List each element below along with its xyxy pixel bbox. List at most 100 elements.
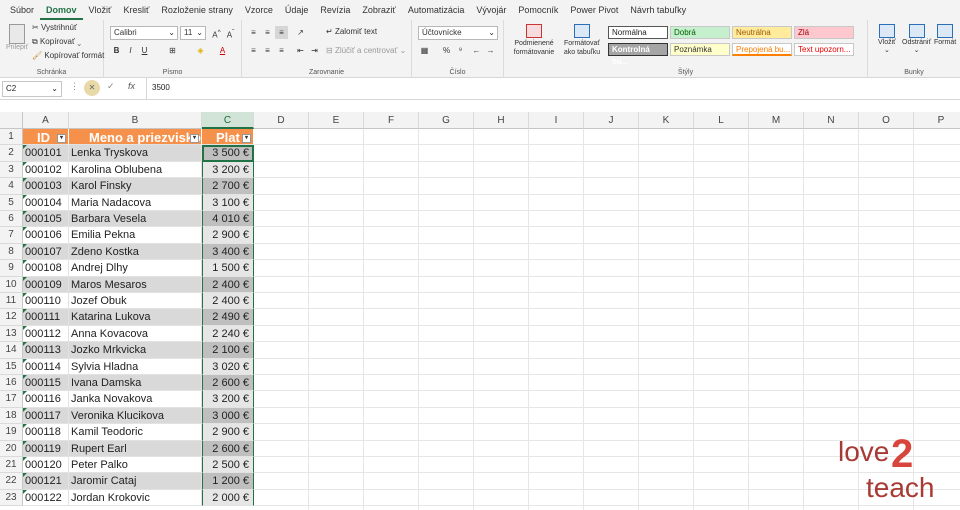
row-header-21[interactable]: 21 bbox=[0, 457, 23, 474]
underline-button[interactable]: U bbox=[138, 44, 151, 57]
column-header-O[interactable]: O bbox=[859, 112, 914, 129]
row-header-12[interactable]: 12 bbox=[0, 309, 23, 326]
table-cell[interactable]: 3 100 € bbox=[202, 194, 254, 211]
row-header-20[interactable]: 20 bbox=[0, 440, 23, 457]
row-header-4[interactable]: 4 bbox=[0, 178, 23, 195]
worksheet-grid[interactable]: A B C D E F G H I J K L M N O P 1 ID ▾ Meno a priezvisko ▾ Pl… bbox=[0, 112, 960, 510]
table-cell[interactable]: 1 200 € bbox=[202, 473, 254, 490]
column-header-C[interactable]: C bbox=[202, 112, 254, 129]
table-cell[interactable]: 2 500 € bbox=[202, 457, 254, 474]
font-size-select[interactable]: 11 ⌄ bbox=[180, 26, 206, 40]
row-header-11[interactable]: 11 bbox=[0, 293, 23, 310]
filter-dropdown-icon[interactable]: ▾ bbox=[57, 134, 66, 144]
table-cell[interactable]: Jaromir Cataj bbox=[69, 473, 202, 490]
row-header-5[interactable]: 5 bbox=[0, 194, 23, 211]
orientation-icon[interactable]: ↗ bbox=[294, 26, 307, 39]
style-good[interactable]: Dobrá bbox=[670, 26, 730, 39]
row-header-2[interactable]: 2 bbox=[0, 145, 23, 162]
menu-tab-4[interactable]: Rozloženie strany bbox=[155, 0, 239, 20]
conditional-formatting-button[interactable]: Podmienené formátovanie bbox=[510, 24, 558, 57]
row-header-14[interactable]: 14 bbox=[0, 342, 23, 359]
table-cell[interactable]: 000104 bbox=[23, 194, 69, 211]
row-header-13[interactable]: 13 bbox=[0, 325, 23, 343]
column-header-N[interactable]: N bbox=[804, 112, 859, 129]
menu-tab-3[interactable]: Kresliť bbox=[117, 0, 155, 20]
row-header-3[interactable]: 3 bbox=[0, 161, 23, 179]
style-linked-cell[interactable]: Prepojená bu... bbox=[732, 43, 792, 56]
table-cell[interactable]: 000107 bbox=[23, 243, 69, 261]
enter-icon[interactable]: ✓ bbox=[107, 81, 115, 92]
table-cell[interactable]: 000103 bbox=[23, 178, 69, 195]
style-check-cell[interactable]: Kontrolná bu... bbox=[608, 43, 668, 66]
table-cell[interactable]: 000106 bbox=[23, 227, 69, 244]
table-cell[interactable]: 000115 bbox=[23, 375, 69, 392]
table-cell[interactable]: Jozef Obuk bbox=[69, 293, 202, 310]
align-top-icon[interactable]: ≡ bbox=[247, 26, 260, 39]
currency-icon[interactable]: ▦ bbox=[418, 44, 431, 57]
table-cell[interactable]: Karol Finsky bbox=[69, 178, 202, 195]
comma-icon[interactable]: ⁹ bbox=[454, 44, 467, 57]
format-painter-button[interactable]: 🖌 Kopírovať formát bbox=[32, 51, 104, 60]
table-cell[interactable]: 2 600 € bbox=[202, 440, 254, 457]
table-header-cell[interactable]: Plat ▾ bbox=[202, 129, 254, 146]
column-header-B[interactable]: B bbox=[69, 112, 202, 129]
table-cell[interactable]: 4 010 € bbox=[202, 211, 254, 228]
table-cell[interactable]: Barbara Vesela bbox=[69, 211, 202, 228]
style-bad[interactable]: Zlá bbox=[794, 26, 854, 39]
table-cell[interactable]: 1 500 € bbox=[202, 260, 254, 277]
fill-color-icon[interactable]: ◈ bbox=[194, 44, 207, 57]
table-cell[interactable]: 000119 bbox=[23, 440, 69, 457]
table-cell[interactable]: 2 900 € bbox=[202, 227, 254, 244]
table-cell[interactable]: Katarina Lukova bbox=[69, 309, 202, 326]
table-cell[interactable]: 000114 bbox=[23, 358, 69, 375]
row-header-23[interactable]: 23 bbox=[0, 489, 23, 507]
row-header-18[interactable]: 18 bbox=[0, 407, 23, 425]
column-header-M[interactable]: M bbox=[749, 112, 804, 129]
table-cell[interactable]: 000105 bbox=[23, 211, 69, 228]
table-cell[interactable]: 3 200 € bbox=[202, 161, 254, 179]
table-cell[interactable]: 000116 bbox=[23, 391, 69, 408]
table-cell[interactable]: 000118 bbox=[23, 424, 69, 441]
row-header-7[interactable]: 7 bbox=[0, 227, 23, 244]
wrap-text-button[interactable]: ↵ Zalomiť text bbox=[326, 27, 377, 36]
table-cell[interactable]: 2 000 € bbox=[202, 489, 254, 507]
italic-button[interactable]: I bbox=[124, 44, 137, 57]
table-cell[interactable]: 3 000 € bbox=[202, 407, 254, 425]
table-cell[interactable]: Kamil Teodoric bbox=[69, 424, 202, 441]
shrink-font-button[interactable]: Aˇ bbox=[224, 26, 237, 40]
table-cell[interactable]: 2 240 € bbox=[202, 325, 254, 343]
table-cell[interactable]: Veronika Klucikova bbox=[69, 407, 202, 425]
filter-dropdown-icon[interactable]: ▾ bbox=[190, 134, 199, 144]
percent-icon[interactable]: % bbox=[440, 44, 453, 57]
column-header-P[interactable]: P bbox=[914, 112, 960, 129]
row-header-16[interactable]: 16 bbox=[0, 375, 23, 392]
table-cell[interactable]: Karolina Oblubena bbox=[69, 161, 202, 179]
style-neutral[interactable]: Neutrálna bbox=[732, 26, 792, 39]
column-header-J[interactable]: J bbox=[584, 112, 639, 129]
menu-tab-6[interactable]: Údaje bbox=[279, 0, 315, 20]
table-cell[interactable]: Maros Mesaros bbox=[69, 276, 202, 293]
table-cell[interactable]: 2 600 € bbox=[202, 375, 254, 392]
merge-center-button[interactable]: ⊟ Zlúčiť a centrovať ⌄ bbox=[326, 46, 406, 55]
decrease-decimal-icon[interactable]: → bbox=[484, 44, 497, 57]
align-center-icon[interactable]: ≡ bbox=[261, 44, 274, 57]
filter-dropdown-icon[interactable]: ▾ bbox=[242, 134, 251, 144]
table-cell[interactable]: Jordan Krokovic bbox=[69, 489, 202, 507]
bold-button[interactable]: B bbox=[110, 44, 123, 57]
menu-tab-11[interactable]: Pomocník bbox=[512, 0, 564, 20]
align-left-icon[interactable]: ≡ bbox=[247, 44, 260, 57]
table-cell[interactable]: 000110 bbox=[23, 293, 69, 310]
copy-button[interactable]: ⧉ Kopírovať ⌄ bbox=[32, 37, 81, 47]
row-header-10[interactable]: 10 bbox=[0, 276, 23, 293]
table-cell[interactable]: 000113 bbox=[23, 342, 69, 359]
grow-font-button[interactable]: A^ bbox=[210, 26, 223, 40]
table-cell[interactable]: 000102 bbox=[23, 161, 69, 179]
borders-icon[interactable]: ⊞ bbox=[166, 44, 179, 57]
row-header-6[interactable]: 6 bbox=[0, 211, 23, 228]
menu-tab-0[interactable]: Súbor bbox=[4, 0, 40, 20]
column-header-E[interactable]: E bbox=[309, 112, 364, 129]
font-name-select[interactable]: Calibri ⌄ bbox=[110, 26, 178, 40]
formula-input[interactable]: 3500 bbox=[152, 81, 170, 95]
paste-button[interactable]: Prilepiť bbox=[6, 24, 28, 60]
table-cell[interactable]: 2 700 € bbox=[202, 178, 254, 195]
